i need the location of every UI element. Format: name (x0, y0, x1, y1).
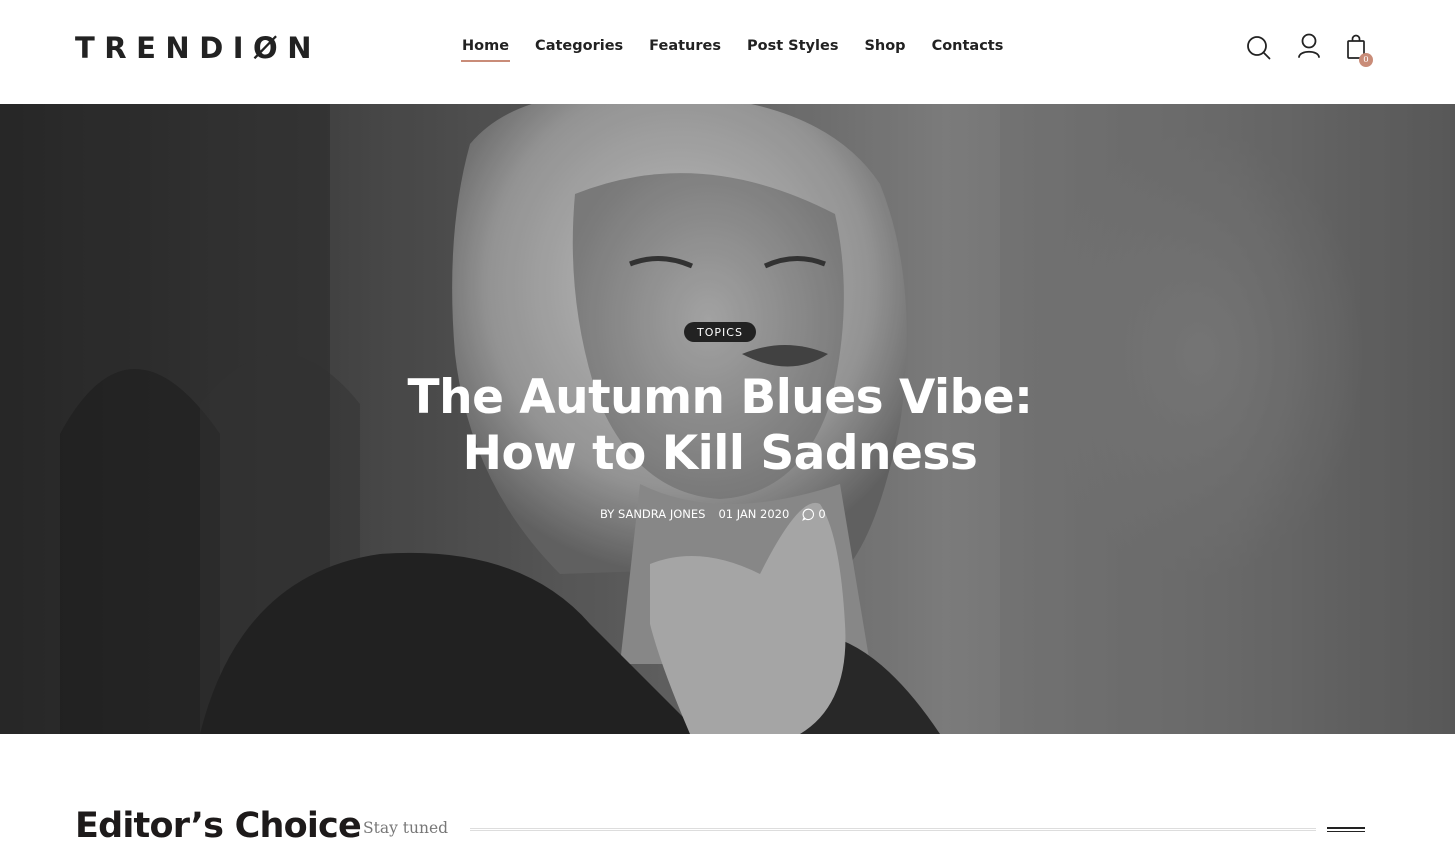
section-divider-accent (1327, 827, 1365, 832)
nav-item-features[interactable]: Features (649, 38, 721, 62)
hero-banner[interactable]: TOPICS The Autumn Blues Vibe: How to Kil… (0, 104, 1455, 734)
nav-item-categories[interactable]: Categories (535, 38, 623, 62)
nav-item-post-styles[interactable]: Post Styles (747, 38, 838, 62)
comment-count: 0 (818, 507, 826, 521)
cart-count-badge: 0 (1359, 53, 1373, 67)
section-subtitle: Stay tuned (363, 819, 449, 837)
comments-link[interactable]: 0 (802, 507, 838, 521)
hero-title[interactable]: The Autumn Blues Vibe: How to Kill Sadne… (340, 370, 1100, 482)
site-logo[interactable]: TRENDIØN (75, 31, 321, 65)
section-divider (470, 828, 1316, 831)
logo-text: TRENDIØN (75, 31, 321, 65)
site-header: TRENDIØN Home Categories Features Post S… (0, 0, 1455, 104)
main-nav: Home Categories Features Post Styles Sho… (460, 38, 1004, 62)
search-icon[interactable] (1246, 33, 1272, 61)
hero-title-line-2[interactable]: How to Kill Sadness (340, 426, 1100, 482)
user-icon[interactable] (1296, 32, 1322, 60)
post-author[interactable]: BY SANDRA JONES (600, 507, 705, 521)
comment-icon (802, 508, 815, 521)
hero-title-line-1[interactable]: The Autumn Blues Vibe: (340, 370, 1100, 426)
nav-item-home[interactable]: Home (460, 38, 511, 62)
nav-item-shop[interactable]: Shop (864, 38, 905, 62)
category-badge[interactable]: TOPICS (684, 322, 756, 342)
nav-item-contacts[interactable]: Contacts (932, 38, 1004, 62)
post-date[interactable]: 01 JAN 2020 (718, 507, 789, 521)
post-meta: BY SANDRA JONES 01 JAN 2020 0 (600, 506, 839, 522)
section-title: Editor’s Choice (75, 806, 362, 846)
